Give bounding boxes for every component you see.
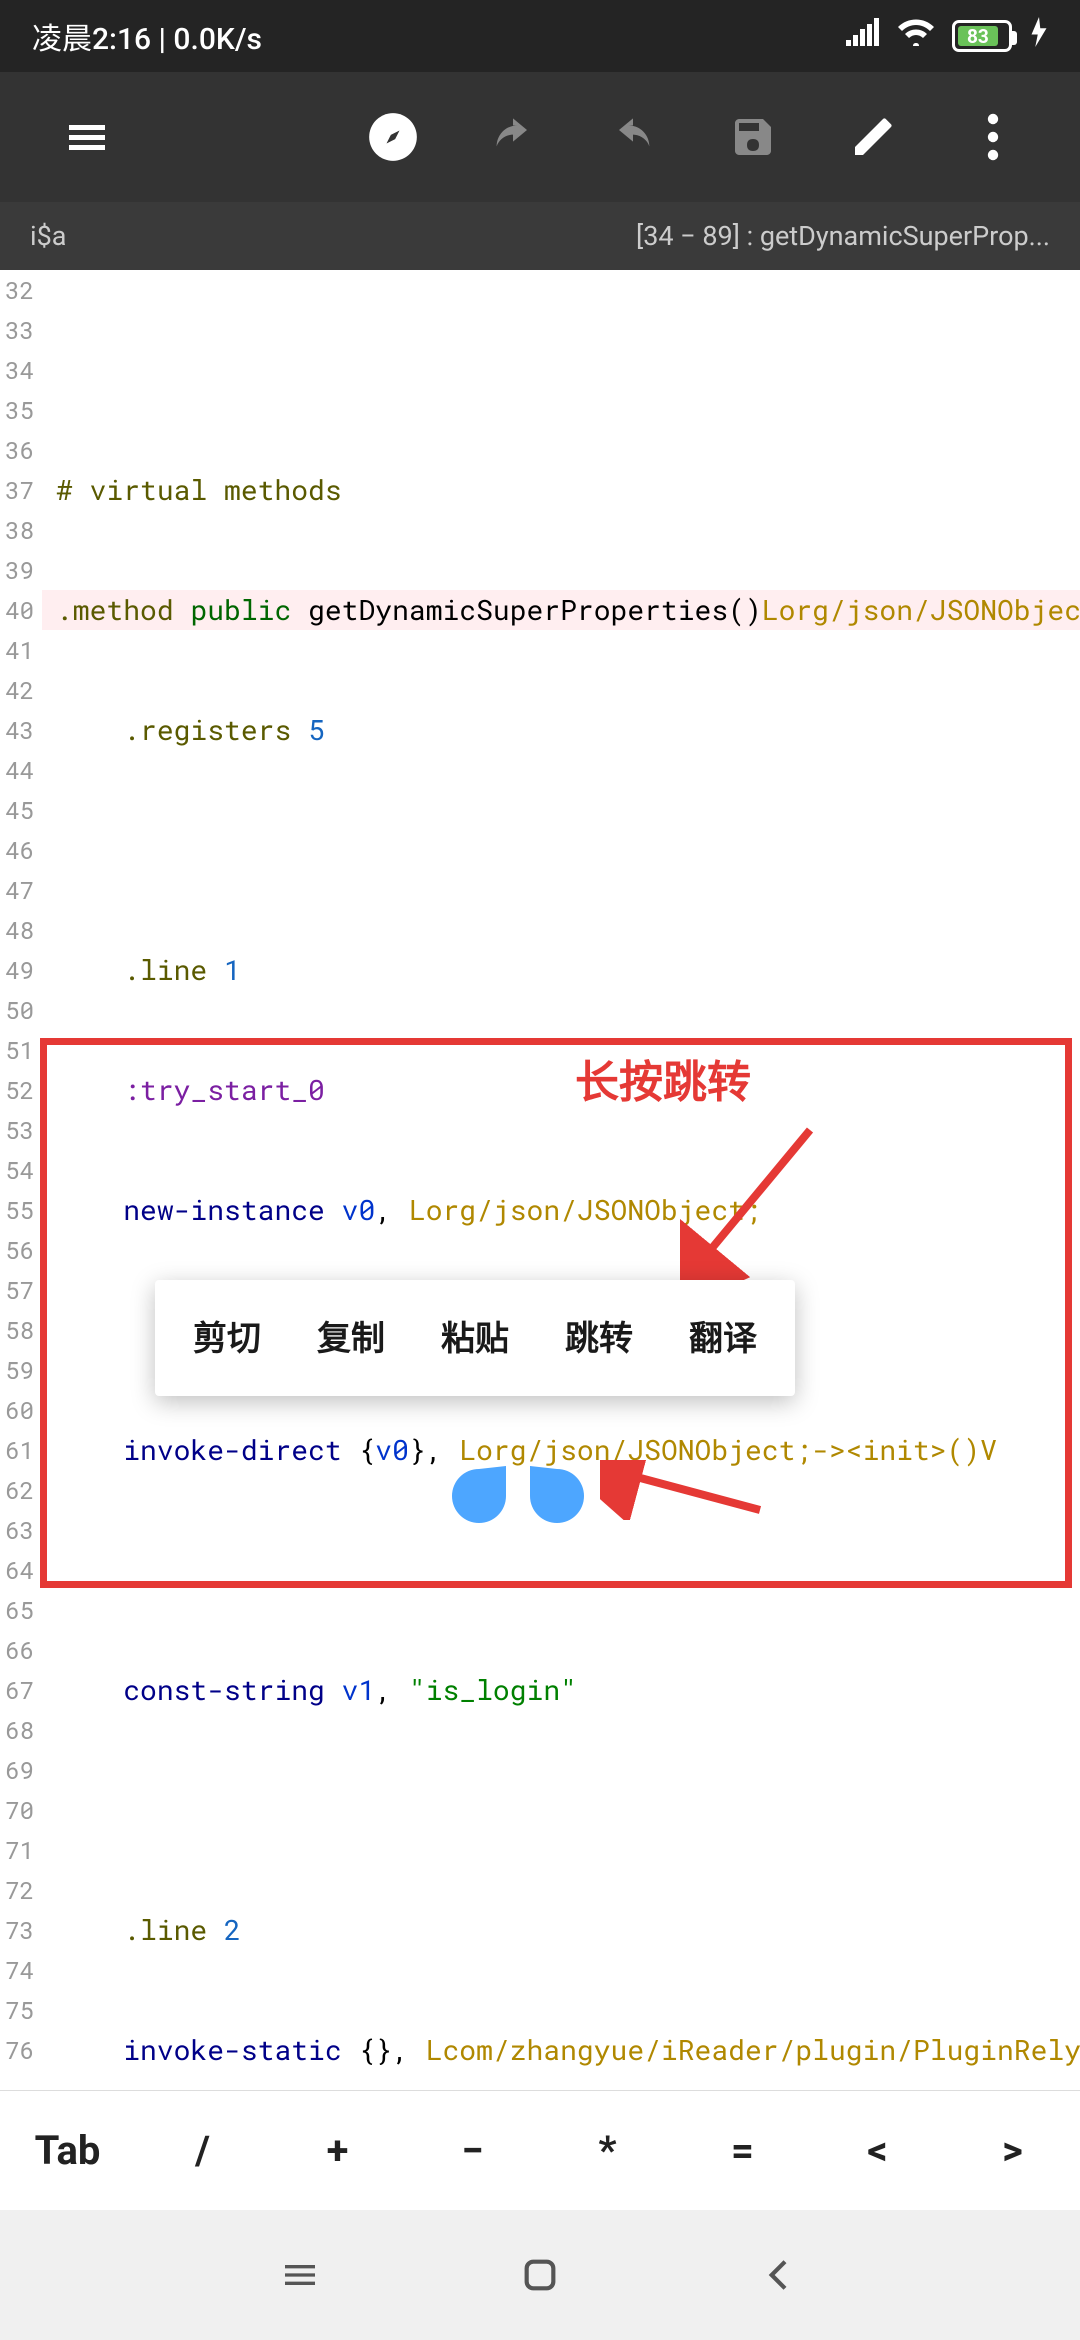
annotation-label: 长按跳转 (575, 1060, 751, 1100)
key-minus[interactable]: − (405, 2127, 540, 2174)
key-gt[interactable]: > (945, 2127, 1080, 2174)
selection-handle-right[interactable] (530, 1466, 584, 1530)
context-menu: 剪切 复制 粘贴 跳转 翻译 (155, 1280, 795, 1396)
home-button[interactable] (490, 2245, 590, 2305)
signal-icon (846, 18, 880, 54)
key-tab[interactable]: Tab (0, 2127, 135, 2174)
context-menu-translate[interactable]: 翻译 (661, 1280, 785, 1396)
key-star[interactable]: * (540, 2127, 675, 2174)
back-button[interactable] (730, 2245, 830, 2305)
key-slash[interactable]: / (135, 2127, 270, 2174)
save-button[interactable] (698, 87, 808, 187)
code-body[interactable]: # virtual methods .method public getDyna… (0, 270, 1080, 2090)
edit-button[interactable] (818, 87, 928, 187)
line-gutter: 3233343536373839404142434445464748495051… (0, 270, 38, 2070)
key-plus[interactable]: + (270, 2127, 405, 2174)
shortcut-key-row: Tab / + − * = < > (0, 2090, 1080, 2210)
context-menu-paste[interactable]: 粘贴 (413, 1280, 537, 1396)
range-label: [34 − 89] : getDynamicSuperProp... (636, 220, 1050, 252)
status-bar: 凌晨2:16 | 0.0K/s 83 (0, 0, 1080, 72)
navigate-button[interactable] (338, 87, 448, 187)
menu-button[interactable] (32, 87, 142, 187)
wifi-icon (898, 18, 934, 54)
redo-button[interactable] (578, 87, 688, 187)
undo-button[interactable] (458, 87, 568, 187)
code-editor[interactable]: 3233343536373839404142434445464748495051… (0, 270, 1080, 2090)
selection-handle-left[interactable] (452, 1466, 506, 1530)
battery-icon: 83 (952, 20, 1012, 52)
system-navbar (0, 2210, 1080, 2340)
file-label: i$a (30, 220, 636, 252)
status-time: 凌晨2:16 | 0.0K/s (32, 14, 846, 58)
key-lt[interactable]: < (810, 2127, 945, 2174)
app-toolbar (0, 72, 1080, 202)
status-icons: 83 (846, 17, 1048, 55)
overflow-button[interactable] (938, 87, 1048, 187)
context-menu-jump[interactable]: 跳转 (537, 1280, 661, 1396)
recents-button[interactable] (250, 2245, 350, 2305)
context-menu-cut[interactable]: 剪切 (165, 1280, 289, 1396)
context-menu-copy[interactable]: 复制 (289, 1280, 413, 1396)
key-eq[interactable]: = (675, 2127, 810, 2174)
charging-icon (1030, 17, 1048, 55)
info-row: i$a [34 − 89] : getDynamicSuperProp... (0, 202, 1080, 270)
